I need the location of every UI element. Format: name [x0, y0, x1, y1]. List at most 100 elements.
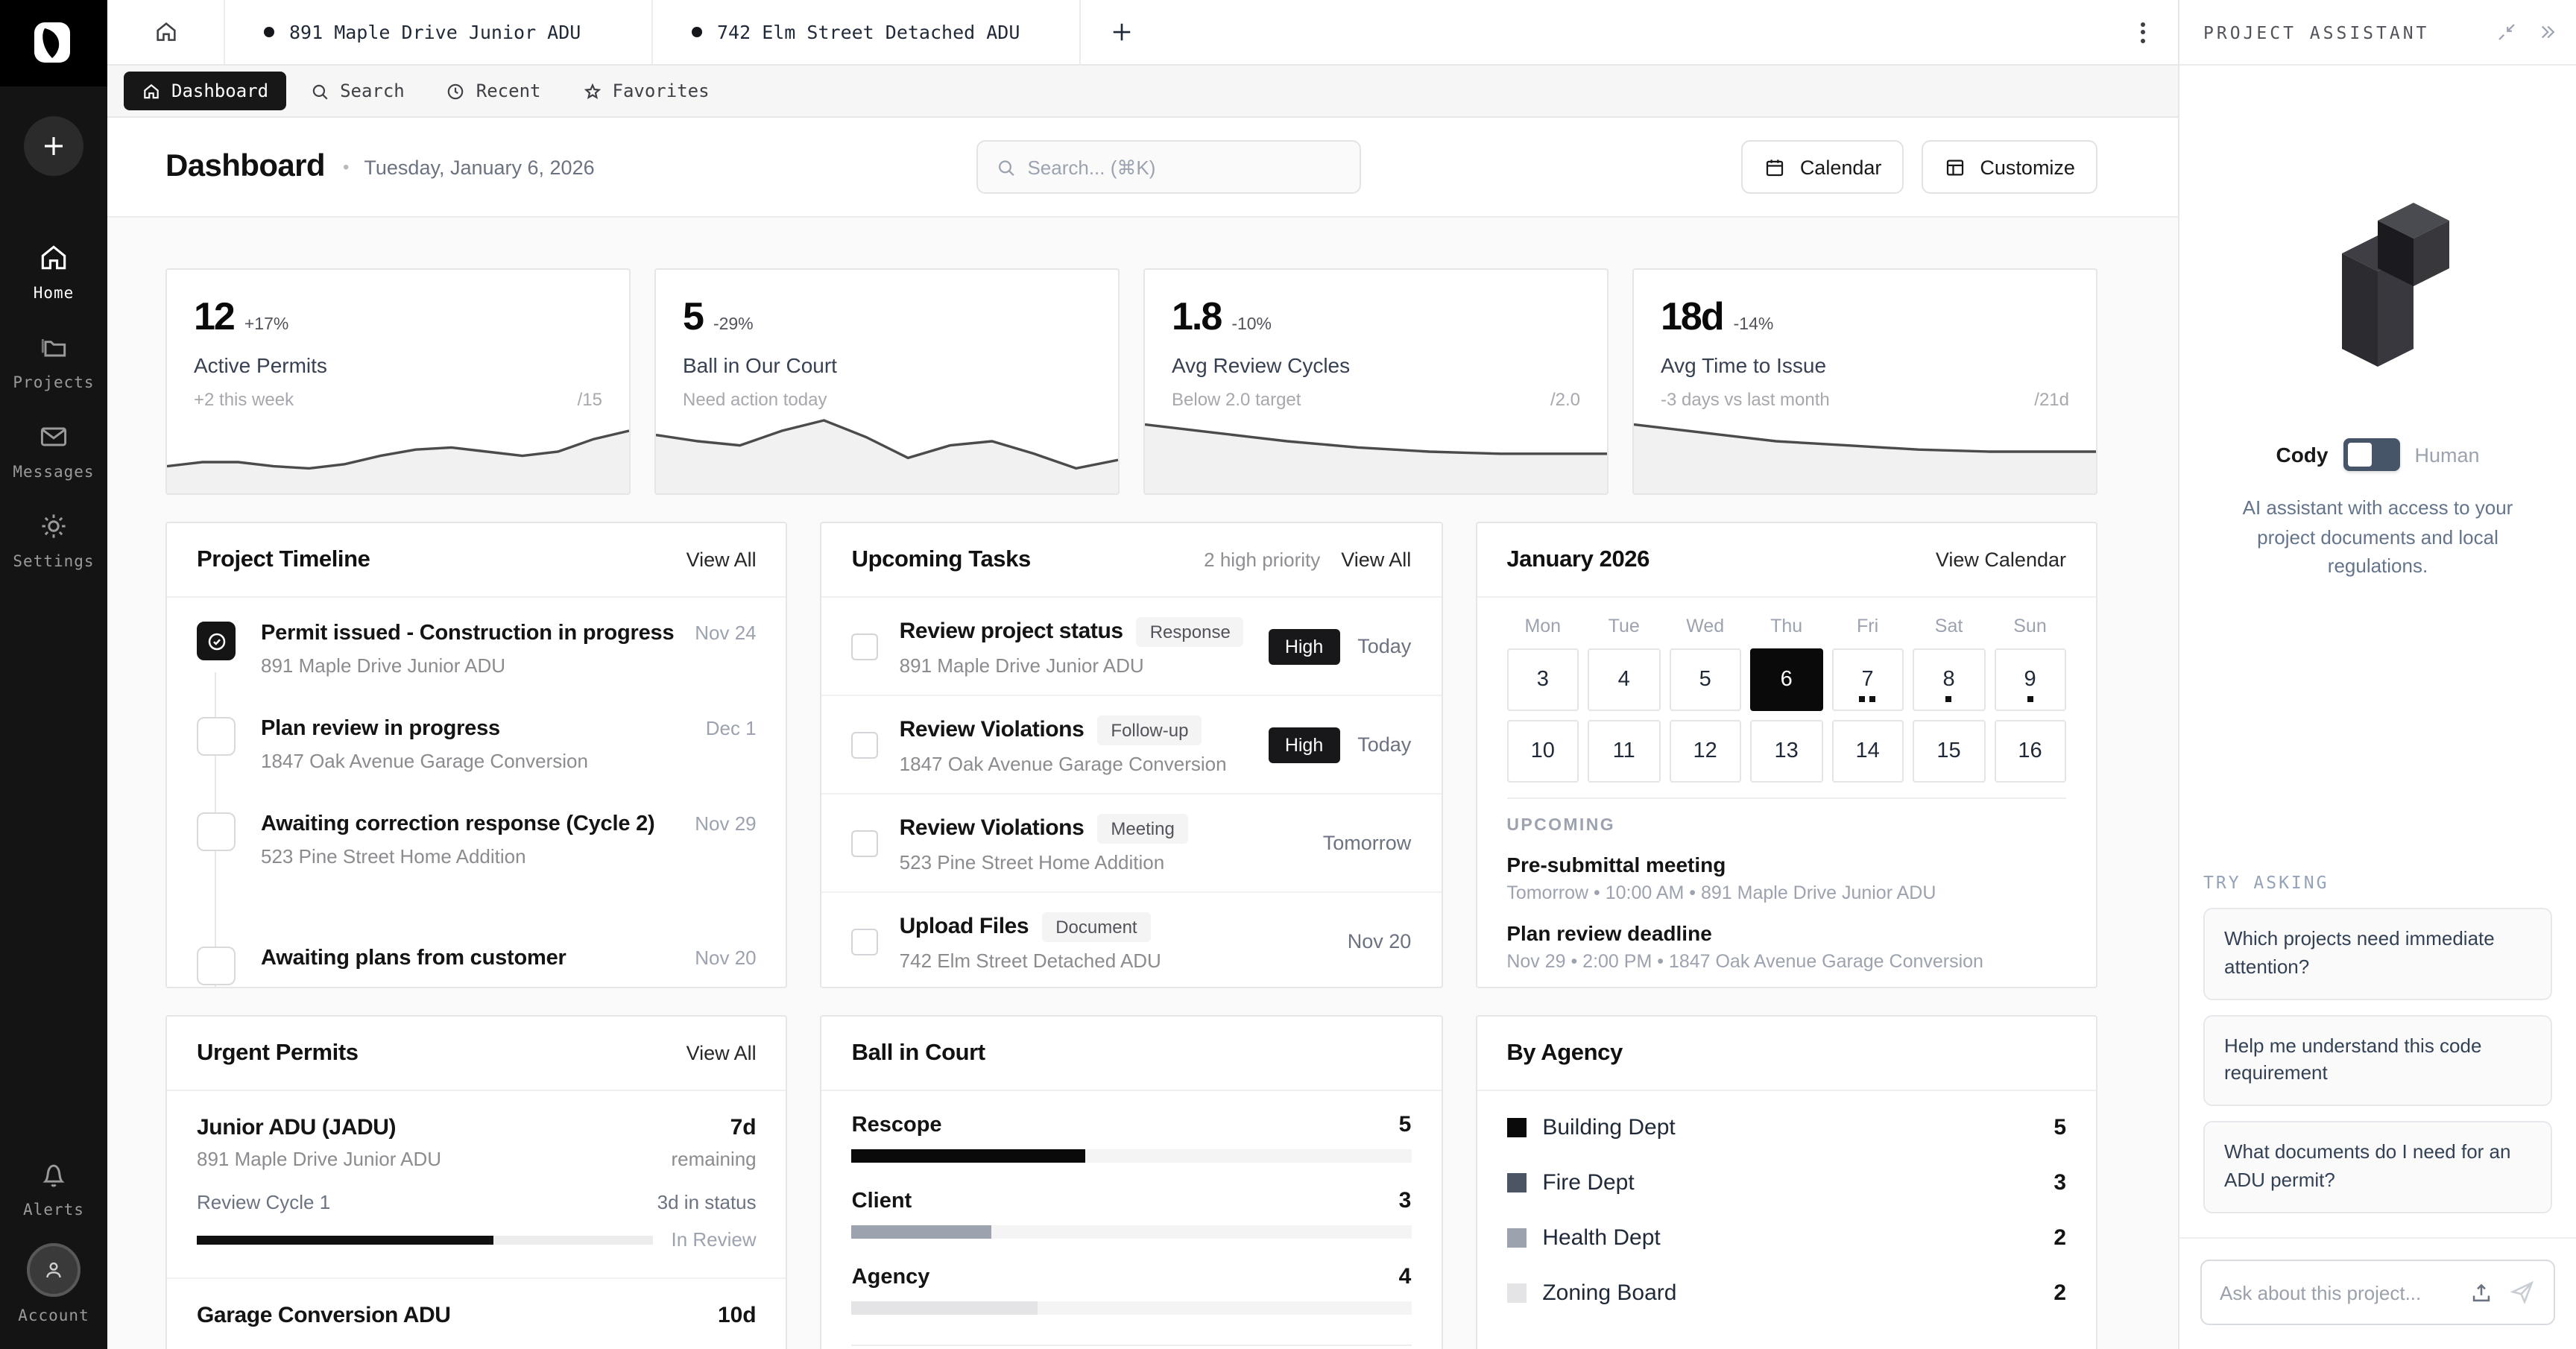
calendar-day[interactable]: 3 [1506, 648, 1579, 711]
legend-swatch [1506, 1228, 1526, 1248]
dashboard-nav: Dashboard Search Recent Favorites [107, 66, 2178, 118]
task-row[interactable]: Review Violations Meeting 523 Pine Stree… [822, 794, 1442, 893]
sidebar-item-home[interactable]: Home [34, 241, 75, 303]
timeline-checkbox[interactable] [197, 717, 236, 756]
calendar-day[interactable]: 5 [1669, 648, 1741, 711]
timeline-item[interactable]: Awaiting correction response (Cycle 2) N… [197, 812, 757, 881]
suggestion-chip[interactable]: Help me understand this code requirement [2203, 1014, 2552, 1106]
task-row[interactable]: Review Violations Follow-up 1847 Oak Ave… [822, 696, 1442, 794]
nav-tab-recent[interactable]: Recent [429, 72, 559, 110]
timeline-item-project: 1847 Oak Avenue Garage Conversion [261, 750, 757, 772]
nav-tab-dashboard[interactable]: Dashboard [124, 72, 286, 110]
calendar-button[interactable]: Calendar [1742, 140, 1904, 194]
sidebar-item-settings[interactable]: Settings [13, 510, 94, 571]
send-icon[interactable] [2509, 1279, 2536, 1306]
legend-swatch [1506, 1118, 1526, 1137]
sidebar-item-account[interactable]: Account [18, 1243, 89, 1325]
bar-track [852, 1149, 1412, 1163]
collapse-icon[interactable] [2496, 21, 2518, 43]
sidebar-item-label: Projects [13, 374, 94, 392]
task-checkbox[interactable] [852, 633, 879, 660]
calendar-day[interactable]: 16 [1994, 720, 2066, 783]
card-title: Upcoming Tasks [852, 546, 1031, 573]
view-calendar-link[interactable]: View Calendar [1936, 549, 2066, 571]
calendar-day[interactable]: 9 [1994, 648, 2066, 711]
app-logo[interactable] [0, 0, 107, 86]
task-due: Today [1357, 635, 1411, 657]
view-all-link[interactable]: View All [686, 549, 757, 571]
timeline-item[interactable]: Awaiting plans from customer Nov 20 [197, 947, 757, 988]
home-tab-button[interactable] [107, 0, 224, 64]
task-row[interactable]: Review project status Response 891 Maple… [822, 598, 1442, 696]
weekday-label: Tue [1588, 616, 1660, 636]
kpi-label: Avg Review Cycles [1172, 353, 1580, 377]
view-all-link[interactable]: View All [1341, 549, 1411, 571]
header-actions: Calendar Customize [1742, 140, 2097, 194]
project-tab-2[interactable]: 742 Elm Street Detached ADU [651, 0, 1079, 64]
more-options-button[interactable] [2106, 0, 2178, 64]
project-tab-1[interactable]: 891 Maple Drive Junior ADU [224, 0, 651, 64]
assistant-chat-input[interactable] [2220, 1281, 2454, 1304]
task-row[interactable]: Upload Files Document 742 Elm Street Det… [822, 893, 1442, 988]
suggestion-chip[interactable]: Which projects need immediate attention? [2203, 908, 2552, 999]
customize-button[interactable]: Customize [1922, 140, 2097, 194]
task-checkbox[interactable] [852, 731, 879, 758]
task-list: Review project status Response 891 Maple… [822, 598, 1442, 988]
calendar-day[interactable]: 14 [1831, 720, 1904, 783]
task-checkbox[interactable] [852, 928, 879, 955]
weekday-label: Sun [1994, 616, 2066, 636]
bar-track [852, 1301, 1412, 1315]
timeline-item[interactable]: Permit issued - Construction in progress… [197, 622, 757, 690]
legend-swatch [1506, 1283, 1526, 1303]
timeline-checkbox[interactable] [197, 812, 236, 851]
sidebar-item-messages[interactable]: Messages [13, 420, 94, 481]
sidebar-item-alerts[interactable]: Alerts [23, 1158, 84, 1219]
sidebar-footer: Alerts Account [18, 1158, 89, 1349]
assistant-input-area [2179, 1237, 2576, 1349]
calendar-day[interactable]: 15 [1913, 720, 1985, 783]
task-checkbox[interactable] [852, 830, 879, 856]
widgets-row-2: Urgent Permits View All Junior ADU (JADU… [165, 1015, 2097, 1349]
calendar-day[interactable]: 12 [1669, 720, 1741, 783]
calendar-day-selected[interactable]: 6 [1750, 648, 1822, 711]
sidebar-item-label: Messages [13, 464, 94, 481]
kpi-avg-time-to-issue[interactable]: 18d -14% Avg Time to Issue -3 days vs la… [1632, 268, 2097, 495]
permit-row[interactable]: Garage Conversion ADU 10d [167, 1279, 786, 1349]
permit-row[interactable]: Junior ADU (JADU) 7d 891 Maple Drive Jun… [167, 1091, 786, 1279]
chevron-double-right-icon[interactable] [2536, 21, 2558, 43]
upcoming-event[interactable]: Plan review deadline Nov 29 • 2:00 PM • … [1506, 921, 2066, 972]
nav-tab-search[interactable]: Search [292, 72, 423, 110]
calendar-day[interactable]: 10 [1506, 720, 1579, 783]
kpi-target: /21d [2034, 389, 2069, 410]
sidebar-item-label: Alerts [23, 1201, 84, 1219]
mode-toggle-switch[interactable] [2343, 438, 2399, 471]
suggestion-chip[interactable]: What documents do I need for an ADU perm… [2203, 1122, 2552, 1213]
sidebar-item-projects[interactable]: Projects [13, 331, 94, 392]
calendar-day[interactable]: 4 [1588, 648, 1660, 711]
timeline-checkbox-done[interactable] [197, 622, 236, 660]
calendar-icon [1764, 156, 1787, 178]
upload-icon[interactable] [2469, 1280, 2494, 1305]
legend-swatch [1506, 1173, 1526, 1192]
view-all-link[interactable]: View All [686, 1042, 757, 1064]
calendar-day[interactable]: 11 [1588, 720, 1660, 783]
calendar-day[interactable]: 8 [1913, 648, 1985, 711]
star-icon [583, 81, 602, 101]
toggle-label-human: Human [2414, 443, 2479, 466]
agency-value: 5 [2053, 1115, 2066, 1140]
widgets-row-1: Project Timeline View All Permit [165, 522, 2097, 988]
upcoming-event[interactable]: Pre-submittal meeting Tomorrow • 10:00 A… [1506, 853, 2066, 903]
kpi-active-permits[interactable]: 12 +17% Active Permits +2 this week /15 [165, 268, 631, 495]
card-title: Project Timeline [197, 546, 370, 573]
timeline-checkbox[interactable] [197, 947, 236, 985]
new-tab-button[interactable] [1079, 0, 1163, 64]
calendar-day[interactable]: 7 [1831, 648, 1904, 711]
timeline-item[interactable]: Plan review in progress Dec 1 1847 Oak A… [197, 717, 757, 786]
kpi-delta: -14% [1734, 316, 1774, 334]
nav-tab-favorites[interactable]: Favorites [565, 72, 727, 110]
new-project-button[interactable] [24, 116, 83, 176]
kpi-avg-review-cycles[interactable]: 1.8 -10% Avg Review Cycles Below 2.0 tar… [1143, 268, 1609, 495]
search-input[interactable] [1027, 156, 1341, 178]
calendar-day[interactable]: 13 [1750, 720, 1822, 783]
kpi-ball-in-court[interactable]: 5 -29% Ball in Our Court Need action tod… [654, 268, 1120, 495]
